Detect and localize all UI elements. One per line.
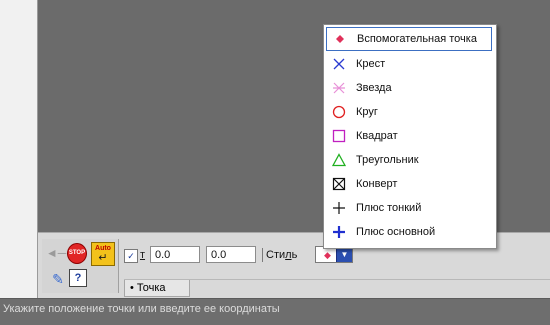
- menu-item-envelope[interactable]: Конверт: [326, 172, 492, 196]
- menu-item-thin-plus[interactable]: Плюс тонкий: [326, 196, 492, 220]
- pen-icon[interactable]: ✎: [48, 269, 68, 289]
- status-bar: Укажите положение точки или введите ее к…: [0, 298, 550, 325]
- aux-point-icon: [329, 27, 351, 51]
- left-strip: [0, 0, 38, 300]
- triangle-icon: [328, 148, 350, 172]
- envelope-icon: [328, 172, 350, 196]
- point-checkbox[interactable]: ✓: [124, 249, 138, 263]
- menu-item-label: Звезда: [356, 82, 392, 94]
- help-icon[interactable]: ?: [69, 269, 87, 287]
- style-label-suffix: ь: [291, 249, 298, 261]
- square-icon: [328, 124, 350, 148]
- menu-item-triangle[interactable]: Треугольник: [326, 148, 492, 172]
- menu-item-label: Круг: [356, 106, 378, 118]
- x-coordinate-field[interactable]: 0.0: [150, 246, 200, 263]
- main-plus-icon: [328, 220, 350, 244]
- tab-point[interactable]: • Точка: [124, 280, 190, 297]
- auto-create-icon[interactable]: Auto ↵: [91, 242, 115, 266]
- style-label-prefix: Сти: [266, 249, 286, 261]
- menu-item-main-plus[interactable]: Плюс основной: [326, 220, 492, 244]
- menu-item-label: Крест: [356, 58, 386, 70]
- back-arrow-icon[interactable]: ◄─: [46, 243, 66, 263]
- menu-item-label: Вспомогательная точка: [357, 33, 477, 45]
- style-label: Стиль: [266, 249, 297, 261]
- enter-arrow-icon: ↵: [98, 252, 108, 264]
- tab-strip: • Точка: [124, 279, 550, 298]
- menu-item-label: Плюс основной: [356, 226, 436, 238]
- menu-item-label: Треугольник: [356, 154, 419, 166]
- aux-point-icon: ◆: [324, 250, 331, 260]
- menu-item-circle[interactable]: Круг: [326, 100, 492, 124]
- point-label: т: [140, 249, 146, 261]
- menu-item-aux-point[interactable]: Вспомогательная точка: [326, 27, 492, 51]
- stop-icon[interactable]: STOP: [67, 242, 87, 264]
- style-dropdown-menu: Вспомогательная точка Крест Звезда Круг …: [323, 24, 497, 249]
- circle-icon: [328, 100, 350, 124]
- separator: [262, 248, 263, 262]
- menu-item-star[interactable]: Звезда: [326, 76, 492, 100]
- stop-sign: STOP: [67, 242, 87, 264]
- thin-plus-icon: [328, 196, 350, 220]
- menu-item-label: Квадрат: [356, 130, 398, 142]
- menu-item-cross[interactable]: Крест: [326, 52, 492, 76]
- star-icon: [328, 76, 350, 100]
- menu-item-label: Конверт: [356, 178, 398, 190]
- menu-item-label: Плюс тонкий: [356, 202, 422, 214]
- menu-item-square[interactable]: Квадрат: [326, 124, 492, 148]
- y-coordinate-field[interactable]: 0.0: [206, 246, 256, 263]
- cross-icon: [328, 52, 350, 76]
- control-block: ◄─ STOP Auto ↵ ✎ ?: [42, 239, 119, 293]
- chevron-down-icon[interactable]: ▼: [336, 247, 352, 262]
